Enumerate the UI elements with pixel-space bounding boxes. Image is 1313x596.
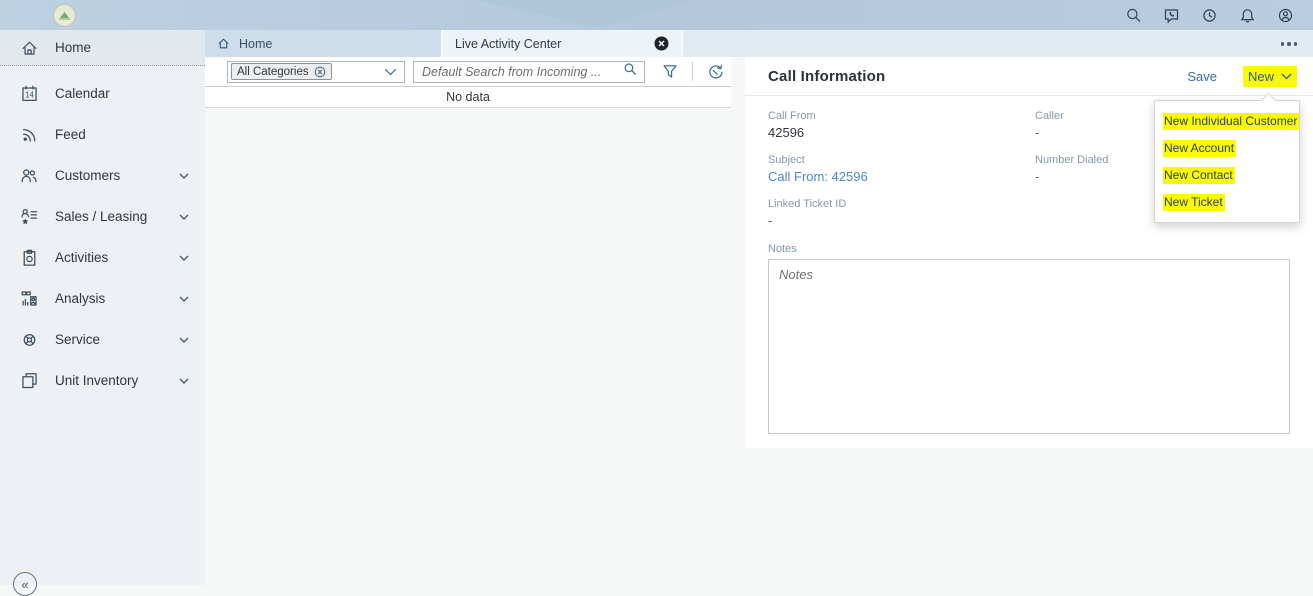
field-call-from: Call From 42596 — [768, 110, 1018, 140]
panel-header: Call Information Save New — [745, 57, 1313, 96]
field-label: Subject — [768, 154, 1018, 166]
user-account-icon[interactable] — [1277, 7, 1294, 24]
search-input[interactable] — [422, 65, 623, 79]
sidebar-collapse-button[interactable]: « — [13, 572, 37, 596]
empty-list-message: No data — [205, 87, 731, 108]
notes-textarea[interactable] — [768, 259, 1290, 434]
notifications-bell-icon[interactable] — [1239, 7, 1256, 24]
tab-strip: Home Live Activity Center — [205, 30, 1313, 57]
category-token[interactable]: All Categories — [231, 63, 332, 80]
sidebar-item-label: Sales / Leasing — [55, 209, 147, 224]
topbar-icon-group — [1125, 0, 1294, 30]
field-label: Call From — [768, 110, 1018, 122]
category-token-label: All Categories — [237, 66, 309, 78]
topbar-decoration — [478, 0, 693, 28]
chevron-down-icon — [1281, 73, 1292, 80]
chevron-down-icon — [179, 255, 189, 261]
close-tab-icon[interactable] — [654, 36, 669, 51]
unit-inventory-icon — [18, 371, 40, 391]
sales-leasing-icon — [18, 207, 40, 227]
new-dropdown-menu: New Individual Customer New Account New … — [1154, 100, 1300, 223]
top-shell-bar — [0, 0, 1313, 30]
sidebar-item-activities[interactable]: Activities — [0, 237, 205, 278]
sidebar-item-label: Activities — [55, 250, 108, 265]
company-logo — [53, 4, 76, 27]
history-clock-icon[interactable] — [1201, 7, 1218, 24]
panel-title: Call Information — [768, 68, 885, 85]
field-value: - — [768, 213, 1018, 228]
service-icon — [18, 330, 40, 350]
chevron-down-icon — [179, 337, 189, 343]
menu-item-new-individual-customer[interactable]: New Individual Customer — [1155, 107, 1299, 134]
tab-label: Live Activity Center — [455, 37, 561, 51]
sidebar-item-analysis[interactable]: Analysis — [0, 278, 205, 319]
incoming-call-list-panel: All Categories — [205, 57, 731, 108]
new-button[interactable]: New — [1243, 66, 1297, 87]
feed-icon — [18, 125, 40, 145]
subject-link[interactable]: Call From: 42596 — [768, 169, 1018, 184]
filter-toolbar: All Categories — [205, 57, 731, 87]
sidebar-item-label: Home — [55, 40, 91, 55]
menu-item-new-account[interactable]: New Account — [1155, 134, 1299, 161]
sidebar-item-calendar[interactable]: 14 Calendar — [0, 73, 205, 114]
activities-icon — [18, 248, 40, 268]
sidebar-item-sales-leasing[interactable]: Sales / Leasing — [0, 196, 205, 237]
svg-text:14: 14 — [25, 91, 34, 100]
field-value: 42596 — [768, 125, 1018, 140]
sidebar-item-label: Analysis — [55, 291, 105, 306]
home-icon — [18, 38, 40, 58]
tab-label: Home — [239, 37, 272, 51]
chevron-down-icon — [179, 296, 189, 302]
chevron-down-icon — [179, 378, 189, 384]
new-button-label: New — [1248, 69, 1274, 84]
overflow-menu-button[interactable] — [1281, 42, 1298, 46]
calendar-icon: 14 — [18, 84, 40, 104]
field-subject: Subject Call From: 42596 — [768, 154, 1018, 184]
live-activity-phone-icon[interactable] — [1163, 7, 1180, 24]
sidebar-item-feed[interactable]: Feed — [0, 114, 205, 155]
sidebar-item-label: Customers — [55, 168, 120, 183]
navigation-sidebar: Home 14 Calendar Feed Customers — [0, 30, 205, 585]
home-icon — [217, 37, 230, 50]
sidebar-item-service[interactable]: Service — [0, 319, 205, 360]
sidebar-item-label: Service — [55, 332, 100, 347]
chevron-down-icon — [179, 214, 189, 220]
sidebar-item-unit-inventory[interactable]: Unit Inventory — [0, 360, 205, 401]
customers-icon — [18, 166, 40, 186]
tab-home[interactable]: Home — [205, 30, 443, 57]
notes-label: Notes — [768, 243, 1290, 255]
search-icon[interactable] — [1125, 7, 1142, 24]
chevron-down-icon — [179, 173, 189, 179]
analysis-icon — [18, 289, 40, 309]
app-window: Home 14 Calendar Feed Customers — [0, 0, 1313, 585]
menu-item-new-ticket[interactable]: New Ticket — [1155, 188, 1299, 215]
field-label: Linked Ticket ID — [768, 198, 1018, 210]
filter-funnel-icon[interactable] — [657, 60, 683, 84]
reset-search-icon[interactable] — [702, 60, 728, 84]
toolbar-divider — [692, 62, 693, 81]
sidebar-item-home[interactable]: Home — [0, 30, 205, 66]
field-linked-ticket-id: Linked Ticket ID - — [768, 198, 1018, 228]
save-button[interactable]: Save — [1187, 69, 1217, 84]
sidebar-item-label: Feed — [55, 127, 86, 142]
search-icon[interactable] — [623, 62, 637, 81]
tab-live-activity-center[interactable]: Live Activity Center — [443, 30, 683, 57]
menu-item-new-contact[interactable]: New Contact — [1155, 161, 1299, 188]
panel-actions: Save New — [1187, 66, 1297, 87]
remove-token-icon[interactable] — [314, 66, 326, 78]
notes-section: Notes — [768, 243, 1290, 439]
sidebar-item-label: Calendar — [55, 86, 110, 101]
chevron-down-icon[interactable] — [384, 68, 397, 76]
content-area: Home Live Activity Center All Categories — [205, 30, 1313, 585]
sidebar-item-customers[interactable]: Customers — [0, 155, 205, 196]
search-field — [413, 61, 645, 83]
sidebar-item-label: Unit Inventory — [55, 373, 138, 388]
category-combobox[interactable]: All Categories — [227, 61, 405, 83]
